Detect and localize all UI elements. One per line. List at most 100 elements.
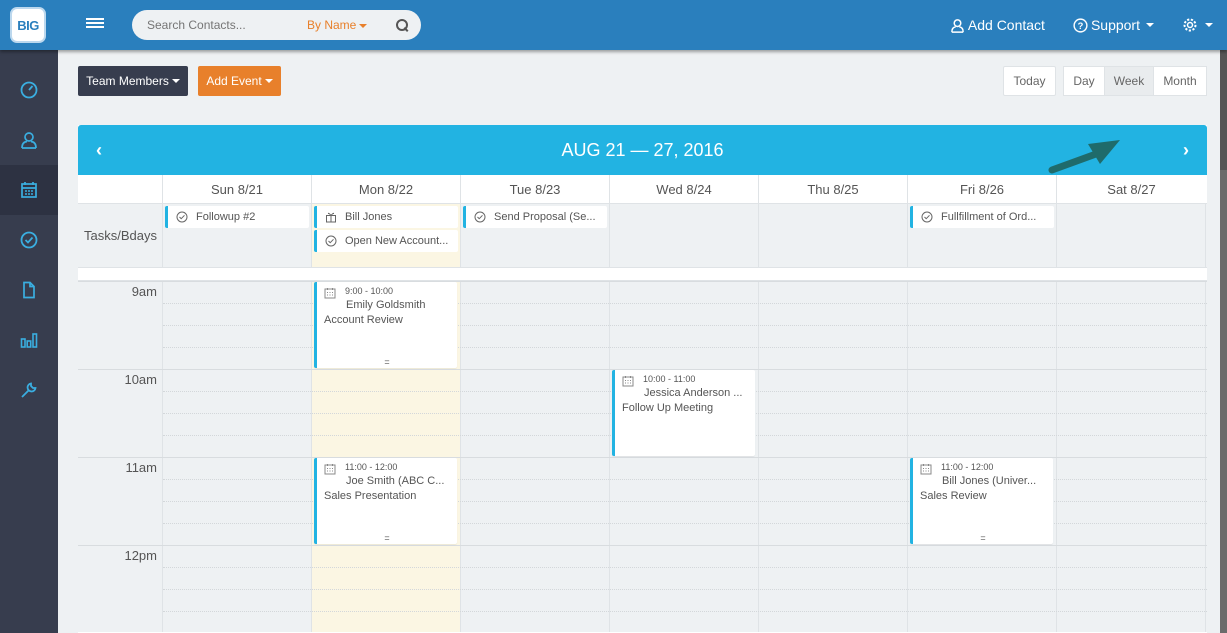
calendar: ‹ AUG 21 — 27, 2016 › Sun 8/21 Mon 8/22 … — [78, 125, 1207, 633]
sidebar-item-reports[interactable] — [0, 315, 58, 365]
tasks-cell[interactable]: Bill Jones Open New Account... — [312, 204, 461, 267]
day-headers: Sun 8/21 Mon 8/22 Tue 8/23 Wed 8/24 Thu … — [78, 175, 1207, 204]
gear-icon — [1183, 18, 1197, 32]
tasks-cell[interactable]: Send Proposal (Se... — [461, 204, 610, 267]
sidebar-item-settings[interactable] — [0, 365, 58, 415]
tasks-cell[interactable] — [610, 204, 759, 267]
task-item[interactable]: Open New Account... — [314, 230, 458, 252]
gift-icon — [325, 211, 345, 223]
tasks-cell[interactable]: Fullfillment of Ord... — [908, 204, 1057, 267]
sidebar — [0, 50, 58, 633]
calendar-header: ‹ AUG 21 — 27, 2016 › — [78, 125, 1207, 175]
tasks-cell[interactable] — [1057, 204, 1206, 267]
check-circle-icon — [176, 211, 196, 223]
event-time: 10:00 - 11:00 — [643, 374, 696, 384]
caret-down-icon — [171, 79, 180, 83]
all-day-spacer — [78, 268, 1207, 281]
day-header[interactable]: Sun 8/21 — [163, 175, 312, 203]
contact-search: By Name — [132, 10, 421, 40]
day-header[interactable]: Mon 8/22 — [312, 175, 461, 203]
event-resize-handle[interactable]: = — [317, 533, 457, 543]
calendar-title: AUG 21 — 27, 2016 — [561, 139, 724, 160]
team-members-label: Team Members — [86, 74, 169, 88]
day-header[interactable]: Thu 8/25 — [759, 175, 908, 203]
search-icon[interactable] — [395, 18, 409, 32]
event-resize-handle[interactable]: = — [317, 357, 457, 367]
support-dropdown[interactable]: ? Support — [1073, 17, 1154, 33]
task-item[interactable]: Send Proposal (Se... — [463, 206, 607, 228]
view-month-button[interactable]: Month — [1153, 66, 1207, 96]
task-label: Followup #2 — [196, 211, 256, 223]
hour-line — [78, 545, 1207, 546]
gutter-header — [78, 175, 163, 203]
sidebar-item-tasks[interactable] — [0, 215, 58, 265]
caret-down-icon — [1146, 23, 1154, 27]
event-title: Follow Up Meeting — [622, 402, 714, 414]
top-navbar: BIG By Name Add Contact ? Support — [0, 0, 1227, 50]
tasks-cell[interactable]: Followup #2 — [163, 204, 312, 267]
check-circle-icon — [325, 235, 345, 247]
add-contact-label: Add Contact — [967, 17, 1045, 33]
event-title: Sales Review — [920, 490, 987, 502]
hour-label: 9am — [131, 284, 157, 299]
task-item[interactable]: Fullfillment of Ord... — [910, 206, 1054, 228]
task-label: Bill Jones — [345, 211, 393, 223]
view-switcher: Day Week Month — [1063, 66, 1207, 96]
day-header[interactable]: Tue 8/23 — [461, 175, 610, 203]
event-resize-handle[interactable]: = — [913, 533, 1053, 543]
caret-down-icon — [1205, 23, 1213, 27]
day-header[interactable]: Wed 8/24 — [610, 175, 759, 203]
calendar-event[interactable]: 10:00 - 11:00 Jessica Anderson ... Follow … — [612, 370, 755, 456]
task-item[interactable]: Bill Jones — [314, 206, 458, 228]
day-header[interactable]: Fri 8/26 — [908, 175, 1057, 203]
user-icon — [21, 132, 37, 149]
annotation-arrow-icon — [1048, 140, 1120, 174]
main-content: Team Members Add Event Today Day Week Mo… — [58, 50, 1220, 633]
wrench-icon — [21, 382, 37, 398]
quarter-line — [163, 567, 1207, 568]
hour-line — [78, 281, 1207, 282]
search-input[interactable] — [147, 18, 297, 32]
calendar-event[interactable]: 11:00 - 12:00 Bill Jones (Univer... Sales … — [910, 458, 1053, 544]
team-members-dropdown[interactable]: Team Members — [78, 66, 188, 96]
day-header[interactable]: Sat 8/27 — [1057, 175, 1206, 203]
today-button[interactable]: Today — [1003, 66, 1056, 96]
next-week-button[interactable]: › — [1177, 141, 1195, 159]
view-day-button[interactable]: Day — [1063, 66, 1105, 96]
check-circle-icon — [20, 231, 38, 249]
event-time: 9:00 - 10:00 — [345, 286, 394, 296]
add-contact-link[interactable]: Add Contact — [950, 17, 1045, 33]
document-icon — [23, 281, 35, 299]
question-circle-icon: ? — [1073, 17, 1088, 33]
sidebar-item-documents[interactable] — [0, 265, 58, 315]
tasks-cell[interactable] — [759, 204, 908, 267]
add-event-dropdown[interactable]: Add Event — [198, 66, 281, 96]
app-logo[interactable]: BIG — [10, 7, 46, 43]
event-title: Sales Presentation — [324, 490, 417, 502]
svg-text:?: ? — [1078, 20, 1084, 30]
event-contact: Bill Jones (Univer... — [942, 475, 1037, 487]
calendar-icon — [21, 182, 37, 198]
event-time: 11:00 - 12:00 — [345, 462, 398, 472]
calendar-event[interactable]: 11:00 - 12:00 Joe Smith (ABC C... Sales Pr… — [314, 458, 457, 544]
page-scrollbar[interactable] — [1220, 50, 1227, 633]
bar-chart-icon — [20, 333, 38, 348]
task-item[interactable]: Followup #2 — [165, 206, 309, 228]
settings-dropdown[interactable] — [1182, 17, 1213, 33]
calendar-event[interactable]: 9:00 - 10:00 Emily Goldsmith Account Revie… — [314, 282, 457, 368]
scrollbar-thumb[interactable] — [1220, 50, 1227, 170]
logo-text: BIG — [17, 17, 39, 33]
sidebar-item-dashboard[interactable] — [0, 65, 58, 115]
prev-week-button[interactable]: ‹ — [90, 141, 108, 159]
search-mode-dropdown[interactable]: By Name — [307, 18, 368, 32]
hour-label: 10am — [124, 372, 157, 387]
task-label: Send Proposal (Se... — [494, 211, 596, 223]
sidebar-item-contacts[interactable] — [0, 115, 58, 165]
menu-toggle-icon[interactable] — [86, 16, 104, 32]
top-right-links: Add Contact ? Support — [950, 0, 1227, 50]
quarter-line — [163, 611, 1207, 612]
sidebar-item-calendar[interactable] — [0, 165, 58, 215]
check-circle-icon — [921, 211, 941, 223]
task-label: Fullfillment of Ord... — [941, 211, 1037, 223]
view-week-button[interactable]: Week — [1104, 66, 1154, 96]
